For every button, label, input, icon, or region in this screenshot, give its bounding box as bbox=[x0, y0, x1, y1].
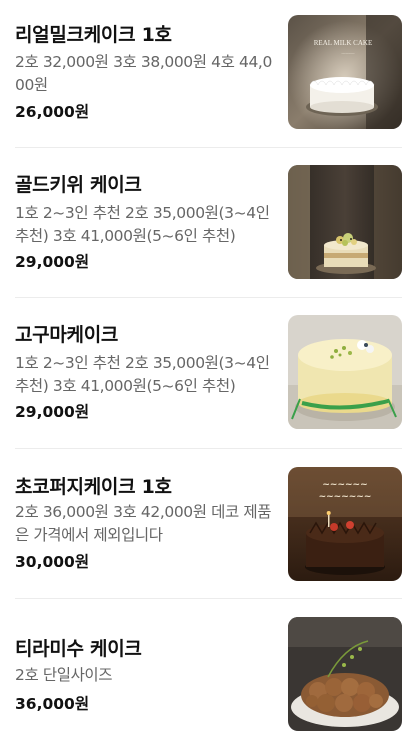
menu-item-sweet-potato-cake[interactable]: 고구마케이크 1호 2~3인 추천 2호 35,000원(3~4인 추천) 3호… bbox=[0, 300, 417, 450]
divider bbox=[15, 598, 402, 599]
menu-item-name: 초코퍼지케이크 1호 bbox=[15, 476, 172, 498]
menu-item-real-milk-cake[interactable]: 리얼밀크케이크 1호 2호 32,000원 3호 38,000원 4호 44,0… bbox=[0, 0, 417, 150]
divider bbox=[15, 448, 402, 449]
divider bbox=[15, 297, 402, 298]
svg-text:~~~~~~: ~~~~~~ bbox=[342, 51, 356, 56]
divider bbox=[15, 147, 402, 148]
tiramisu-cake-photo[interactable] bbox=[288, 617, 402, 731]
menu-item-description: 2호 36,000원 3호 42,000원 데코 제품은 가격에서 제외입니다 bbox=[15, 503, 272, 544]
svg-text:~~~~~~: ~~~~~~ bbox=[322, 480, 367, 490]
menu-list: 리얼밀크케이크 1호 2호 32,000원 3호 38,000원 4호 44,0… bbox=[0, 0, 417, 747]
menu-item-price: 29,000원 bbox=[15, 253, 90, 271]
sweet-potato-cake-photo[interactable] bbox=[288, 315, 402, 429]
menu-item-name: 티라미수 케이크 bbox=[15, 638, 142, 660]
menu-item-description: 1호 2~3인 추천 2호 35,000원(3~4인 추천) 3호 41,000… bbox=[15, 204, 270, 245]
milk-cake-photo-text: REAL MILK CAKE bbox=[314, 39, 372, 47]
menu-item-price: 30,000원 bbox=[15, 553, 90, 571]
menu-item-tiramisu-cake[interactable]: 티라미수 케이크 2호 단일사이즈 36,000원 bbox=[0, 600, 417, 750]
menu-item-description: 2호 32,000원 3호 38,000원 4호 44,000원 bbox=[15, 53, 272, 94]
milk-cake-photo[interactable]: REAL MILK CAKE ~~~~~~ bbox=[288, 15, 402, 129]
menu-item-choco-fudge-cake[interactable]: 초코퍼지케이크 1호 2호 36,000원 3호 42,000원 데코 제품은 … bbox=[0, 450, 417, 600]
menu-item-name: 골드키위 케이크 bbox=[15, 174, 142, 196]
menu-item-price: 36,000원 bbox=[15, 695, 90, 713]
menu-item-description: 1호 2~3인 추천 2호 35,000원(3~4인 추천) 3호 41,000… bbox=[15, 354, 270, 395]
menu-item-description: 2호 단일사이즈 bbox=[15, 666, 113, 684]
menu-item-name: 리얼밀크케이크 1호 bbox=[15, 24, 172, 46]
menu-item-gold-kiwi-cake[interactable]: 골드키위 케이크 1호 2~3인 추천 2호 35,000원(3~4인 추천) … bbox=[0, 150, 417, 300]
svg-text:~~~~~~~: ~~~~~~~ bbox=[319, 492, 372, 502]
menu-item-price: 26,000원 bbox=[15, 103, 90, 121]
menu-item-name: 고구마케이크 bbox=[15, 324, 119, 346]
choco-fudge-cake-photo[interactable]: ~~~~~~ ~~~~~~~ bbox=[288, 467, 402, 581]
gold-kiwi-cake-photo[interactable] bbox=[288, 165, 402, 279]
menu-item-price: 29,000원 bbox=[15, 403, 90, 421]
